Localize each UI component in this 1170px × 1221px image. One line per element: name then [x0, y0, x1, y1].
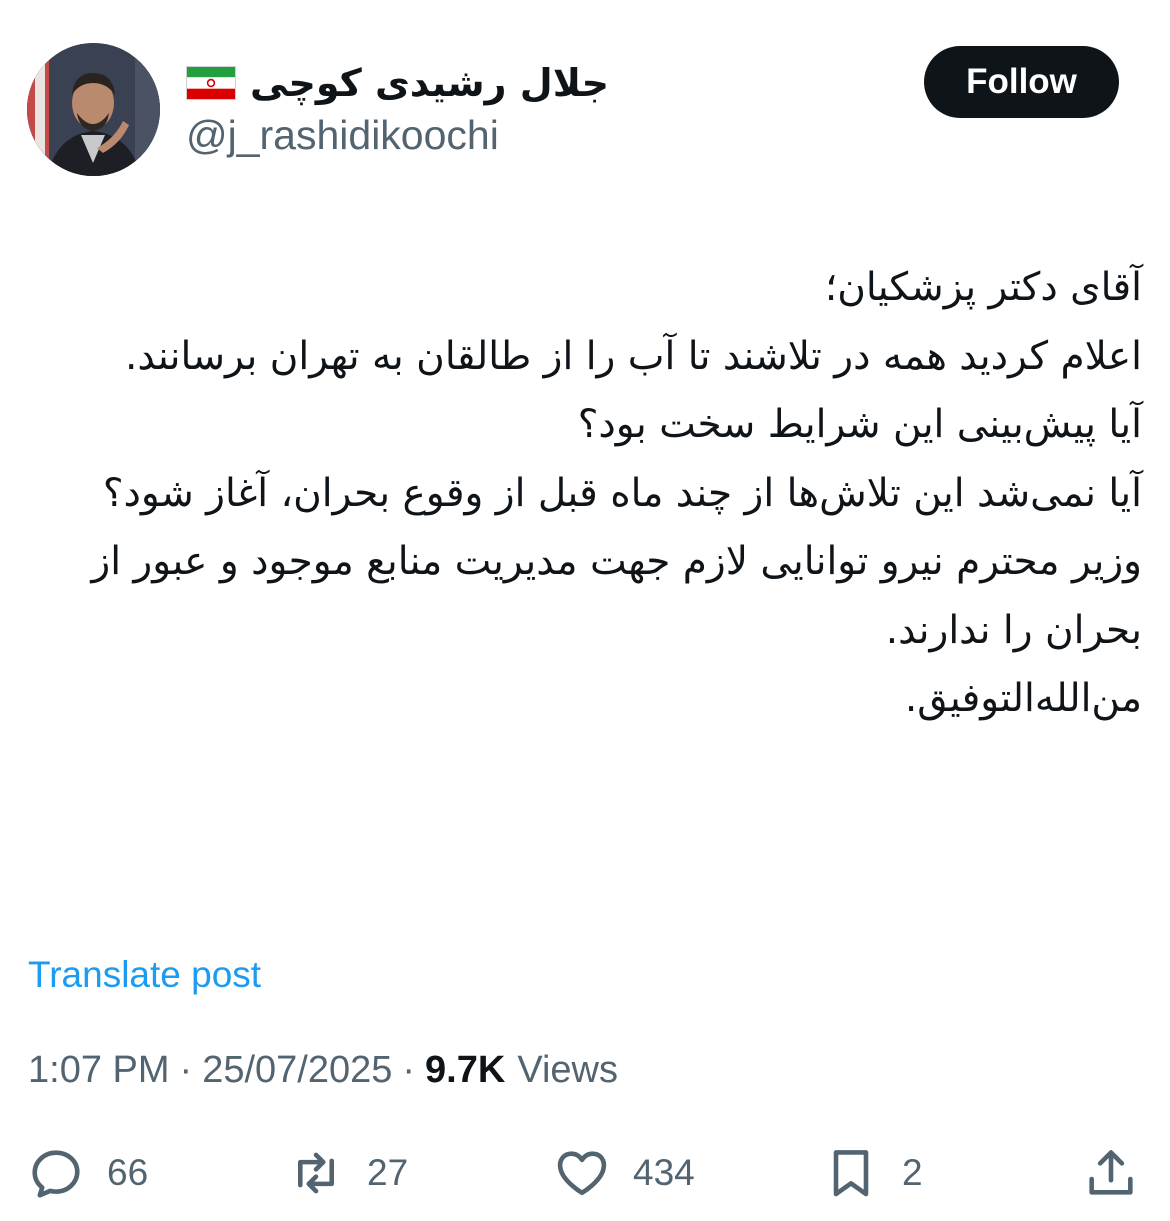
post-line: من‌الله‌التوفیق. — [904, 676, 1142, 721]
profile-photo-icon — [27, 43, 160, 176]
follow-button[interactable]: Follow — [924, 46, 1119, 118]
avatar[interactable] — [27, 43, 160, 176]
post-line: آقای دکتر پزشکیان؛ — [824, 265, 1142, 310]
meta-separator: · — [402, 1048, 416, 1091]
reply-count: 66 — [107, 1152, 149, 1193]
heart-icon — [557, 1151, 607, 1196]
reply-icon — [32, 1150, 80, 1198]
translate-post-link[interactable]: Translate post — [28, 954, 261, 996]
views-label: Views — [517, 1048, 618, 1091]
post-line: آیا پیش‌بینی این شرایط سخت بود؟ — [577, 402, 1142, 447]
like-button[interactable]: 434 — [553, 1140, 695, 1206]
author-name-row: جلال رشیدی کوچی — [186, 55, 609, 111]
repost-icon — [297, 1152, 335, 1194]
share-button[interactable] — [1082, 1140, 1140, 1206]
iran-flag-icon — [186, 66, 236, 100]
post-line: آیا نمی‌شد این تلاش‌ها از چند ماه قبل از… — [102, 470, 1142, 516]
repost-button[interactable]: 27 — [287, 1140, 408, 1206]
post-detail: جلال رشیدی کوچی @j_rashidikoochi Follow … — [0, 0, 1170, 1221]
display-name[interactable]: جلال رشیدی کوچی — [250, 61, 609, 105]
bookmark-icon — [833, 1150, 869, 1197]
post-date[interactable]: 25/07/2025 — [202, 1049, 392, 1092]
post-line: وزیر محترم نیرو توانایی لازم جهت مدیریت … — [91, 539, 1142, 653]
post-line: اعلام کردید همه در تلاشند تا آب را از طا… — [124, 333, 1142, 379]
bookmark-button[interactable]: 2 — [822, 1140, 923, 1206]
share-icon — [1089, 1150, 1133, 1195]
repost-count: 27 — [367, 1152, 409, 1193]
meta-separator: · — [179, 1048, 193, 1091]
post-time[interactable]: 1:07 PM — [28, 1049, 170, 1092]
like-count: 434 — [633, 1152, 695, 1193]
post-meta: 1:07 PM · 25/07/2025 · 9.7K Views — [28, 1044, 618, 1096]
author-handle[interactable]: @j_rashidikoochi — [186, 112, 499, 159]
views-count: 9.7K — [425, 1048, 506, 1091]
bookmark-count: 2 — [902, 1152, 923, 1193]
post-text: آقای دکتر پزشکیان؛ اعلام کردید همه در تل… — [30, 254, 1142, 734]
action-bar: 66 27 434 2 — [0, 1140, 1170, 1206]
reply-button[interactable]: 66 — [27, 1140, 148, 1206]
